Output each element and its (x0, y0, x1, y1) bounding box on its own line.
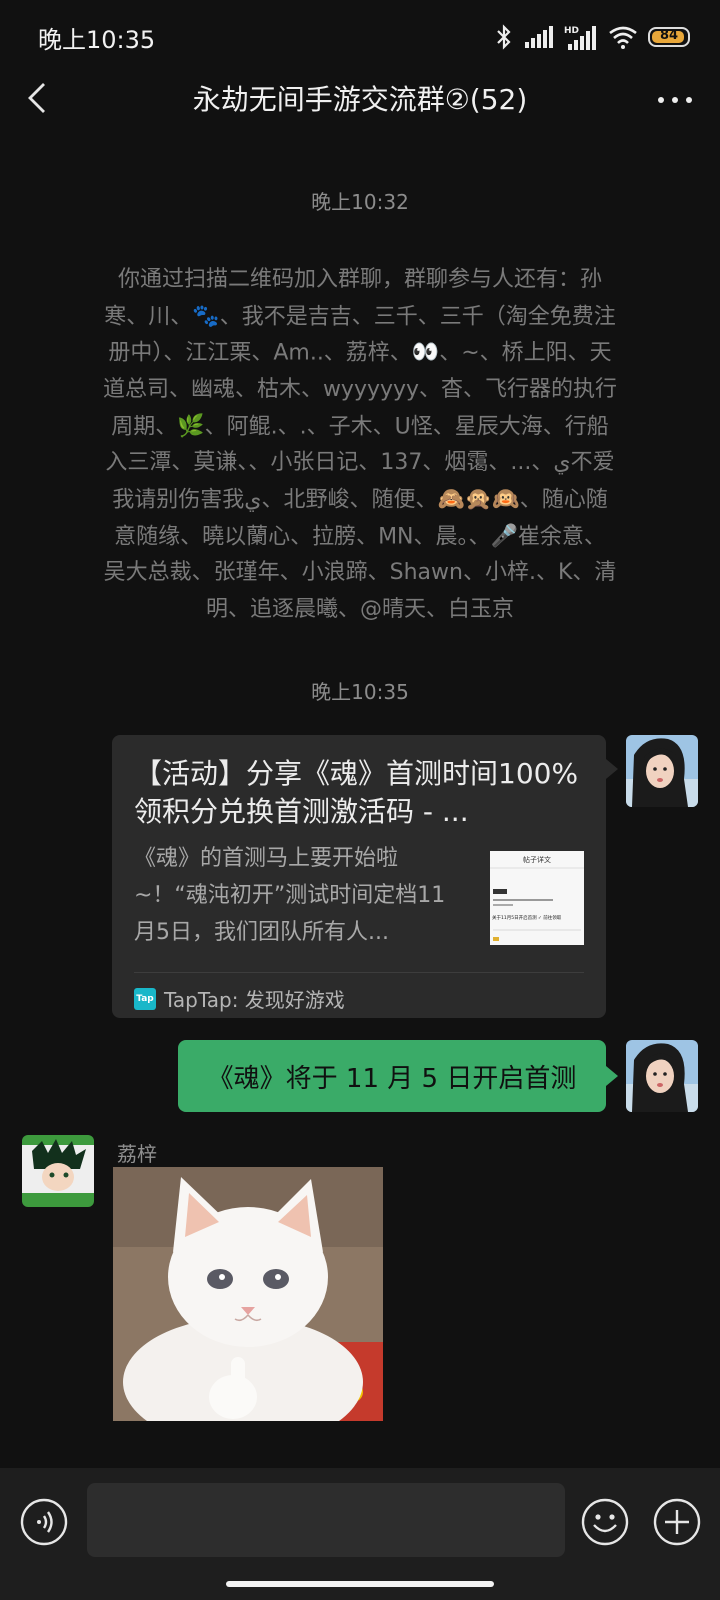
link-card-source-label: TapTap: 发现好游戏 (164, 988, 345, 1012)
sender-name: 荔梓 (117, 1142, 157, 1166)
emoji: 🐾 (192, 303, 220, 329)
message-timestamp: 晚上10:32 (311, 190, 409, 214)
status-icons: HD 84 (494, 22, 690, 52)
battery-level: 84 (659, 28, 679, 43)
wifi-icon (609, 26, 637, 49)
system-text: 周期、 (111, 413, 178, 439)
link-card-description: 《魂》的首测马上要开始啦~！“魂沌初开”测试时间定档11月5日，我们团队所有人.… (134, 846, 446, 945)
post-preview-thumbnail: 帖子详文 关于11月5日开启首测 ✓ 前往领取 (490, 851, 584, 945)
system-text: 册中）、江江栗、Am..、荔梓、 (108, 340, 412, 366)
system-join-line: 我请别伤害我ي、北野峻、随便、🙈🙊🙉、随心随 (70, 482, 650, 519)
battery-icon: 84 (648, 27, 690, 47)
system-text: 崔余意、 (517, 523, 606, 549)
hd-badge: HD (564, 26, 579, 36)
system-text: 、阿鲲.、.、子木、U怪、星辰大海、行船 (204, 413, 609, 439)
emoji-button[interactable] (580, 1497, 630, 1547)
system-join-message: 你通过扫描二维码加入群聊，群聊参与人还有：孙寒、川、🐾、我不是吉吉、三千、三千（… (70, 262, 650, 628)
system-join-line: 吴大总裁、张瑾年、小浪蹄、Shawn、小梓.、K、清 (70, 555, 650, 592)
girl-avatar-icon (626, 1040, 698, 1112)
emoji: 👀 (411, 340, 440, 366)
plus-circle-icon (653, 1498, 701, 1546)
system-text: 、随心随 (519, 487, 608, 512)
system-text: 吴大总裁、张瑾年、小浪蹄、Shawn、小梓.、K、清 (103, 560, 617, 586)
white-cat-thumbs-up-sticker (113, 1167, 383, 1421)
smiley-icon (581, 1498, 629, 1546)
shared-link-card[interactable]: 【活动】分享《魂》首测时间100%领积分兑换首测激活码 - ... 《魂》的首测… (112, 735, 618, 1018)
system-join-line: 册中）、江江栗、Am..、荔梓、👀、~、桥上阳、天 (70, 335, 650, 372)
system-join-line: 道总司、幽魂、枯木、wyyyyyy、杳、飞行器的执行 (70, 372, 650, 409)
voice-icon (20, 1498, 68, 1546)
link-card-source: Tap TapTap: 发现好游戏 (134, 984, 345, 1013)
emoji: 🙈🙊🙉 (437, 486, 520, 512)
emoji: 🎤 (490, 523, 518, 549)
card-divider (134, 972, 584, 973)
system-text: 寒、川、 (104, 303, 193, 329)
girl-avatar-icon (626, 735, 698, 807)
signal-icon (525, 26, 553, 48)
thumb-caption: 关于11月5日开启首测 ✓ 前往领取 (492, 914, 562, 921)
emoji: 🌿 (177, 413, 205, 439)
system-text: 道总司、幽魂、枯木、wyyyyyy、杳、飞行器的执行 (102, 377, 618, 402)
voice-button[interactable] (19, 1497, 69, 1547)
message-timestamp: 晚上10:35 (311, 680, 409, 704)
system-text: 明、追逐晨曦、@晴天、白玉京 (205, 596, 514, 622)
system-text: 你通过扫描二维码加入群聊，群聊参与人还有：孙 (117, 267, 602, 292)
anime-boy-avatar-icon (22, 1135, 94, 1207)
system-join-line: 你通过扫描二维码加入群聊，群聊参与人还有：孙 (70, 262, 650, 299)
system-join-line: 意随缘、曉以蘭心、拉膀、MN、晨。、🎤崔余意、 (70, 519, 650, 556)
system-join-line: 入三潭、莫谦、、小张日记、137、烟霭、...、ي不爱 (70, 445, 650, 482)
system-join-line: 周期、🌿、阿鲲.、.、子木、U怪、星辰大海、行船 (70, 409, 650, 446)
more-dots-icon (658, 97, 692, 103)
link-card-title: 【活动】分享《魂》首测时间100%领积分兑换首测激活码 - ... (134, 757, 579, 828)
thumb-heading: 帖子详文 (523, 855, 551, 864)
my-avatar[interactable] (626, 735, 698, 807)
status-time: 晚上10:35 (38, 26, 156, 54)
home-indicator[interactable] (226, 1581, 494, 1587)
system-join-line: 寒、川、🐾、我不是吉吉、三千、三千（淘全免费注 (70, 299, 650, 336)
message-input[interactable] (87, 1483, 565, 1557)
sender-avatar[interactable] (22, 1135, 94, 1207)
my-avatar[interactable] (626, 1040, 698, 1112)
system-text: 我请别伤害我ي、北野峻、随便、 (112, 487, 438, 512)
more-button[interactable] (650, 82, 700, 118)
system-join-line: 明、追逐晨曦、@晴天、白玉京 (70, 592, 650, 629)
chat-title: 永劫无间手游交流群②(52) (192, 83, 528, 116)
sent-message-bubble[interactable]: 《魂》将于 11 月 5 日开启首测 (178, 1040, 618, 1112)
bluetooth-icon (497, 24, 511, 50)
cat-sticker[interactable] (113, 1167, 383, 1421)
hd-signal-icon: HD (564, 26, 596, 50)
taptap-icon: Tap (134, 987, 156, 1010)
system-text: 、我不是吉吉、三千、三千（淘全免费注 (219, 303, 616, 329)
system-text: 、~、桥上阳、天 (439, 340, 612, 366)
link-card-thumbnail: 帖子详文 关于11月5日开启首测 ✓ 前往领取 (490, 851, 584, 945)
system-text: 意随缘、曉以蘭心、拉膀、MN、晨。、 (114, 523, 491, 549)
sent-message-text: 《魂》将于 11 月 5 日开启首测 (207, 1063, 577, 1094)
plus-button[interactable] (652, 1497, 702, 1547)
system-text: 入三潭、莫谦、、小张日记、137、烟霭、...、ي不爱 (105, 450, 615, 476)
